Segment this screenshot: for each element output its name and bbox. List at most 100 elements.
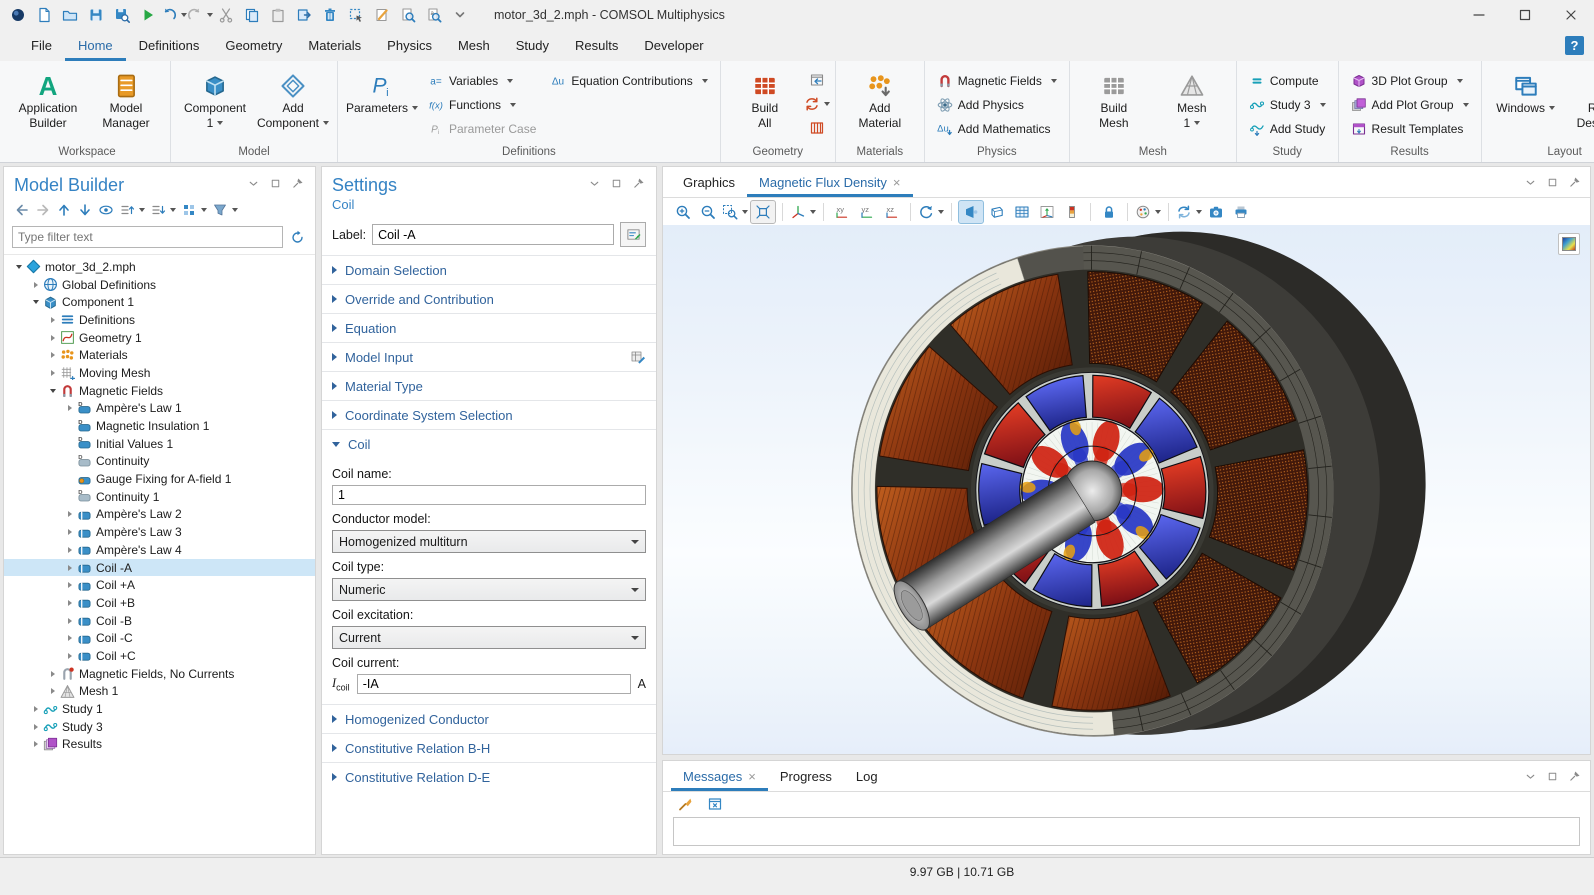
tree-item-results[interactable]: Results bbox=[4, 736, 315, 754]
build-mesh-button[interactable]: BuildMesh bbox=[1076, 65, 1152, 130]
tree-item-gauge-fixing-for-a-field-1[interactable]: Gauge Fixing for A-field 1 bbox=[4, 470, 315, 488]
appearance-dropdown-arrow[interactable] bbox=[1155, 210, 1161, 214]
parameters-dropdown-arrow[interactable] bbox=[412, 106, 418, 110]
settings-section-override-and-contribution[interactable]: Override and Contribution bbox=[322, 284, 656, 313]
tree-item-coil--b[interactable]: Coil -B bbox=[4, 612, 315, 630]
zoom-out-button[interactable] bbox=[696, 201, 720, 223]
tree-expand-arrow[interactable] bbox=[46, 331, 59, 344]
tree-item-coil--c[interactable]: Coil -C bbox=[4, 629, 315, 647]
tree-expand-arrow[interactable] bbox=[46, 685, 59, 698]
lock-button[interactable] bbox=[1097, 201, 1121, 223]
node-options-dropdown-arrow[interactable] bbox=[201, 208, 207, 212]
tree-expand-arrow[interactable] bbox=[29, 703, 42, 716]
menu-tab-results[interactable]: Results bbox=[562, 30, 631, 61]
tree-item-amp-re-s-law-3[interactable]: Ampère's Law 3 bbox=[4, 523, 315, 541]
mesh-1-dropdown-arrow[interactable] bbox=[1194, 121, 1200, 125]
qat-save-as-button[interactable] bbox=[110, 3, 134, 27]
tree-item-continuity-1[interactable]: DContinuity 1 bbox=[4, 488, 315, 506]
parameters-button[interactable]: PiParameters bbox=[344, 65, 420, 116]
tree-item-global-definitions[interactable]: Global Definitions bbox=[4, 276, 315, 294]
rotate-dropdown-arrow[interactable] bbox=[938, 210, 944, 214]
menu-tab-developer[interactable]: Developer bbox=[631, 30, 716, 61]
magnetic-fields-button[interactable]: Magnetic Fields bbox=[931, 69, 1063, 93]
tree-item-continuity[interactable]: DContinuity bbox=[4, 453, 315, 471]
tree-item-study-3[interactable]: Study 3 bbox=[4, 718, 315, 736]
tree-expand-arrow[interactable] bbox=[63, 632, 76, 645]
qat-duplicate-button[interactable] bbox=[292, 3, 316, 27]
label-input[interactable] bbox=[372, 224, 614, 245]
tree-item-amp-re-s-law-2[interactable]: Ampère's Law 2 bbox=[4, 506, 315, 524]
scene-light-button[interactable] bbox=[958, 200, 984, 224]
add-plot-group-button[interactable]: Add Plot Group bbox=[1345, 93, 1475, 117]
filter-dropdown-arrow[interactable] bbox=[232, 208, 238, 212]
reset-desktop-button[interactable]: ResetDesktop bbox=[1566, 65, 1594, 130]
tree-item-geometry-1[interactable]: Geometry 1 bbox=[4, 329, 315, 347]
qat-disable-button[interactable] bbox=[370, 3, 394, 27]
insert-sequence-button[interactable] bbox=[805, 69, 829, 91]
panel-collapse-button[interactable] bbox=[245, 175, 261, 191]
tree-item-amp-re-s-law-4[interactable]: Ampère's Law 4 bbox=[4, 541, 315, 559]
menu-tab-physics[interactable]: Physics bbox=[374, 30, 445, 61]
messages-tab-messages[interactable]: Messages× bbox=[671, 761, 768, 791]
orient-dropdown-arrow[interactable] bbox=[810, 210, 816, 214]
virtual-operations-button[interactable] bbox=[805, 117, 829, 139]
tree-expand-arrow[interactable] bbox=[46, 366, 59, 379]
study-3-button[interactable]: Study 3 bbox=[1243, 93, 1332, 117]
add-component-button[interactable]: AddComponent bbox=[255, 65, 331, 130]
qat-copy-button[interactable] bbox=[240, 3, 264, 27]
graphics-canvas[interactable] bbox=[663, 225, 1590, 754]
axes-box-button[interactable] bbox=[1035, 201, 1059, 223]
messages-tab-progress[interactable]: Progress bbox=[768, 761, 844, 791]
nav-back-button[interactable] bbox=[12, 200, 32, 220]
functions-dropdown-arrow[interactable] bbox=[510, 103, 516, 107]
tree-item-amp-re-s-law-1[interactable]: DAmpère's Law 1 bbox=[4, 400, 315, 418]
qat-preview-button[interactable]: a bbox=[422, 3, 446, 27]
settings-section-homogenized-conductor[interactable]: Homogenized Conductor bbox=[322, 704, 656, 733]
menu-tab-materials[interactable]: Materials bbox=[295, 30, 374, 61]
tree-item-mesh-1[interactable]: Mesh 1 bbox=[4, 683, 315, 701]
menu-tab-mesh[interactable]: Mesh bbox=[445, 30, 503, 61]
compute-button[interactable]: Compute bbox=[1243, 69, 1332, 93]
edit-model-input-icon[interactable] bbox=[630, 349, 646, 365]
tree-expand-arrow[interactable] bbox=[63, 508, 76, 521]
rebuild-dropdown-arrow[interactable] bbox=[824, 102, 830, 106]
panel-float-button[interactable] bbox=[1544, 768, 1560, 784]
plot-thumbnail-icon[interactable] bbox=[1558, 233, 1580, 255]
select-conductor-model-[interactable]: Homogenized multiturn bbox=[332, 530, 646, 553]
plot-group-3d-dropdown-arrow[interactable] bbox=[1457, 79, 1463, 83]
tree-expand-arrow[interactable] bbox=[46, 349, 59, 362]
tree-item-motor-3d-2-mph[interactable]: motor_3d_2.mph bbox=[4, 258, 315, 276]
tree-expand-arrow[interactable] bbox=[63, 526, 76, 539]
snapshot-button[interactable] bbox=[1204, 201, 1228, 223]
add-physics-button[interactable]: Add Physics bbox=[931, 93, 1063, 117]
tree-item-study-1[interactable]: Study 1 bbox=[4, 700, 315, 718]
expand-all-button[interactable] bbox=[117, 200, 147, 220]
settings-section-coil[interactable]: Coil bbox=[322, 429, 656, 458]
add-material-button[interactable]: AddMaterial bbox=[842, 65, 918, 130]
tree-expand-arrow[interactable] bbox=[29, 278, 42, 291]
build-all-button[interactable]: BuildAll bbox=[727, 65, 803, 130]
panel-collapse-button[interactable] bbox=[586, 175, 602, 191]
component-dropdown-arrow[interactable] bbox=[217, 121, 223, 125]
tree-expand-arrow[interactable] bbox=[63, 649, 76, 662]
tab-close-icon[interactable]: × bbox=[748, 769, 756, 784]
messages-tab-log[interactable]: Log bbox=[844, 761, 890, 791]
zoom-in-button[interactable] bbox=[671, 201, 695, 223]
study-3-dropdown-arrow[interactable] bbox=[1320, 103, 1326, 107]
select-coil-type-[interactable]: Numeric bbox=[332, 578, 646, 601]
view-yz-button[interactable]: yz bbox=[855, 201, 879, 223]
settings-section-domain-selection[interactable]: Domain Selection bbox=[322, 255, 656, 284]
panel-pin-button[interactable] bbox=[1566, 174, 1582, 190]
result-templates-button[interactable]: Result Templates bbox=[1345, 117, 1475, 141]
rename-button[interactable] bbox=[620, 222, 646, 247]
refresh-filter-button[interactable] bbox=[288, 227, 307, 247]
functions-button[interactable]: f(x)Functions bbox=[422, 93, 542, 117]
qat-save-button[interactable] bbox=[84, 3, 108, 27]
view-xz-button[interactable]: xz bbox=[880, 201, 904, 223]
settings-section-equation[interactable]: Equation bbox=[322, 313, 656, 342]
tree-expand-arrow[interactable] bbox=[46, 313, 59, 326]
tree-item-initial-values-1[interactable]: DInitial Values 1 bbox=[4, 435, 315, 453]
equation-contributions-button[interactable]: ΔuEquation Contributions bbox=[544, 69, 713, 93]
filter-button[interactable] bbox=[210, 200, 240, 220]
add-mathematics-button[interactable]: ΔuAdd Mathematics bbox=[931, 117, 1063, 141]
